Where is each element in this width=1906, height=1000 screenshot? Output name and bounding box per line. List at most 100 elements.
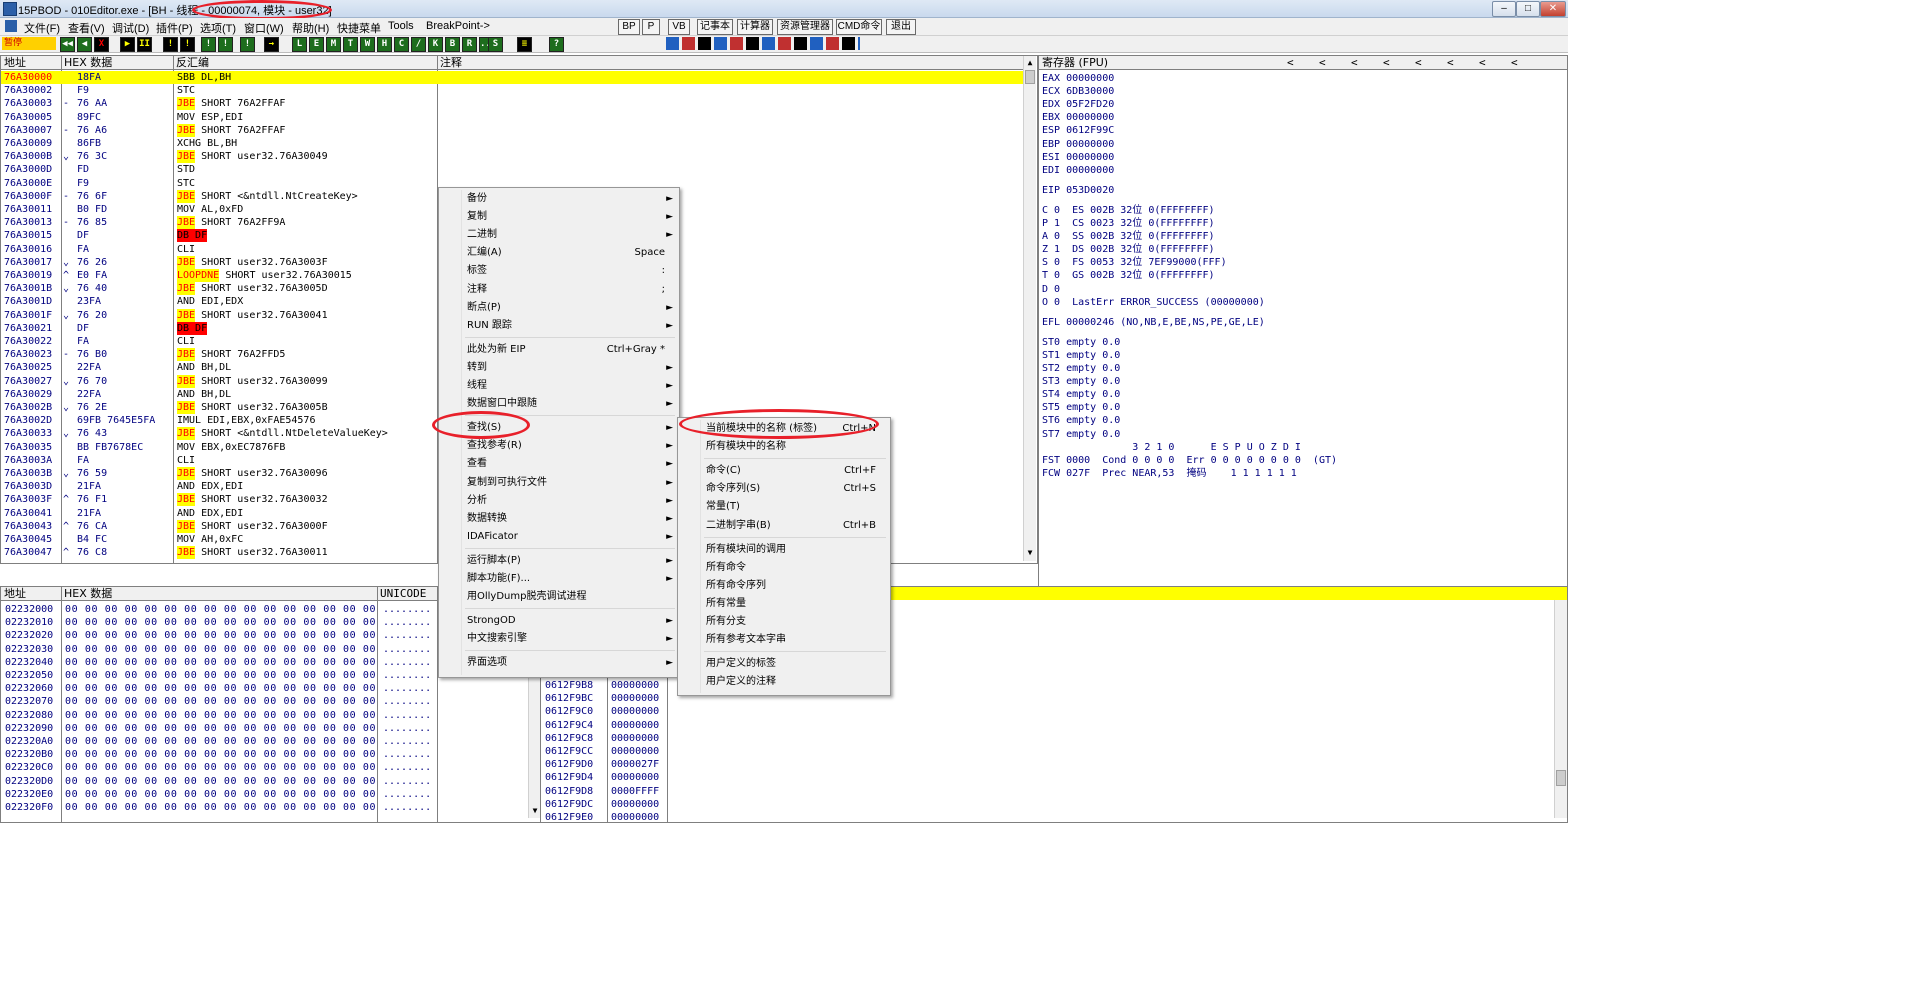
flag-line[interactable]: A 0 SS 002B 32位 0(FFFFFFFF)	[1042, 230, 1215, 243]
dump-row[interactable]: 02232080 00 00 00 00 00 00 00 00 00 00 00…	[1, 709, 437, 722]
menu-item[interactable]: 所有模块间的调用	[678, 541, 890, 559]
close-button[interactable]: ✕	[1540, 1, 1566, 17]
menu-item[interactable]: 注释;	[439, 281, 679, 299]
back-icon[interactable]: ◀	[77, 37, 92, 52]
menu-item[interactable]: 命令序列(S) Ctrl+S	[678, 480, 890, 498]
disasm-row[interactable]: 76A30000 18FA SBB DL,BH	[1, 71, 1023, 84]
menu-item[interactable]: 此处为新 EIP Ctrl+Gray *	[439, 341, 679, 359]
menu-debug[interactable]: 调试(D)	[112, 20, 149, 36]
cpu-scrollbar[interactable]: ▲ ▼	[1023, 56, 1036, 561]
rewind-icon[interactable]: ◀◀	[60, 37, 75, 52]
chevron-left-icon[interactable]: <	[1287, 56, 1294, 70]
dump-row[interactable]: 02232010 00 00 00 00 00 00 00 00 00 00 00…	[1, 616, 437, 629]
notepad-button[interactable]: 记事本	[697, 19, 733, 35]
modules-window-icon[interactable]: E	[309, 37, 324, 52]
menu-help[interactable]: 帮助(H)	[292, 20, 329, 36]
menu-item[interactable]: 二进制 ►	[439, 226, 679, 244]
menu-item[interactable]: 复制 ►	[439, 208, 679, 226]
disasm-row[interactable]: 76A3000D FD STD	[1, 163, 1023, 176]
dump-row[interactable]: 02232070 00 00 00 00 00 00 00 00 00 00 00…	[1, 695, 437, 708]
explorer-button[interactable]: 资源管理器	[777, 19, 833, 35]
dump-row[interactable]: 022320F0 00 00 00 00 00 00 00 00 00 00 00…	[1, 801, 437, 814]
menu-item[interactable]: 查找参考(R) ►	[439, 437, 679, 455]
stack-row[interactable]: 0612F9BC 00000000	[541, 692, 667, 705]
find-submenu[interactable]: 当前模块中的名称 (标签) Ctrl+N 所有模块中的名称 命令(C) Ctrl+F 命令…	[677, 417, 891, 696]
menu-item[interactable]: 常量(T)	[678, 498, 890, 516]
flag-line[interactable]: S 0 FS 0053 32位 7EF99000(FFF)	[1042, 256, 1227, 269]
exit-button[interactable]: 退出	[886, 19, 916, 35]
chevron-left-icon[interactable]: <	[1319, 56, 1326, 70]
menu-options[interactable]: 选项(T)	[200, 20, 236, 36]
goto-icon[interactable]: →	[264, 37, 279, 52]
stack-row[interactable]: 0612F9C8 00000000	[541, 732, 667, 745]
disasm-row[interactable]: 76A3000B ⌄ 76 3C JBE SHORT user32.76A30049	[1, 150, 1023, 164]
menu-item[interactable]: StrongOD ►	[439, 612, 679, 630]
menu-item[interactable]: 脚本功能(F)... ►	[439, 570, 679, 588]
register-line[interactable]: ST4 empty 0.0	[1042, 388, 1120, 401]
register-line[interactable]: EIP 053D0020	[1042, 184, 1114, 197]
col-header-disasm[interactable]: 反汇编	[173, 56, 437, 70]
dump-row[interactable]: 02232060 00 00 00 00 00 00 00 00 00 00 00…	[1, 682, 437, 695]
menu-item[interactable]: 备份 ►	[439, 190, 679, 208]
dump-row[interactable]: 022320A0 00 00 00 00 00 00 00 00 00 00 00…	[1, 735, 437, 748]
menu-item[interactable]: 查看 ►	[439, 455, 679, 473]
register-line[interactable]: EDI 00000000	[1042, 164, 1114, 177]
chevron-left-icon[interactable]: <	[1383, 56, 1390, 70]
dump-row[interactable]: 02232040 00 00 00 00 00 00 00 00 00 00 00…	[1, 656, 437, 669]
trace-into-icon[interactable]: !	[201, 37, 216, 52]
flag-line[interactable]: D 0	[1042, 283, 1060, 296]
register-line[interactable]: ST7 empty 0.0	[1042, 428, 1120, 441]
breakpoints-window-icon[interactable]: B	[445, 37, 460, 52]
menu-item[interactable]: 复制到可执行文件 ►	[439, 474, 679, 492]
menu-item[interactable]: 所有参考文本字串	[678, 631, 890, 649]
execute-till-return-icon[interactable]: !	[240, 37, 255, 52]
log-window-icon[interactable]: L	[292, 37, 307, 52]
maximize-button[interactable]: □	[1516, 1, 1540, 17]
menu-item[interactable]: RUN 跟踪 ►	[439, 317, 679, 335]
stack-row[interactable]: 0612F9D8 0000FFFF	[541, 785, 667, 798]
close-process-icon[interactable]: X	[94, 37, 109, 52]
source-window-icon[interactable]: S	[488, 37, 503, 52]
threads-window-icon[interactable]: T	[343, 37, 358, 52]
menu-item[interactable]: 所有模块中的名称	[678, 438, 890, 456]
menu-item[interactable]: 用户定义的标签	[678, 655, 890, 673]
register-line[interactable]: ESP 0612F99C	[1042, 124, 1114, 137]
register-line[interactable]: FCW 027F Prec NEAR,53 掩码 1 1 1 1 1 1	[1042, 467, 1297, 480]
patches-window-icon[interactable]: /	[411, 37, 426, 52]
register-line[interactable]: EAX 00000000	[1042, 72, 1114, 85]
menu-item[interactable]: 汇编(A) Space	[439, 244, 679, 262]
dump-row[interactable]: 02232050 00 00 00 00 00 00 00 00 00 00 00…	[1, 669, 437, 682]
dump-col-header-hex[interactable]: HEX 数据	[61, 587, 377, 601]
register-line[interactable]: ESI 00000000	[1042, 151, 1114, 164]
dump-row[interactable]: 02232090 00 00 00 00 00 00 00 00 00 00 00…	[1, 722, 437, 735]
chevron-left-icon[interactable]: <	[1511, 56, 1518, 70]
trace-over-icon[interactable]: !	[218, 37, 233, 52]
menu-file[interactable]: 文件(F)	[24, 20, 60, 36]
register-line[interactable]: ST5 empty 0.0	[1042, 401, 1120, 414]
menu-item[interactable]: 所有分支	[678, 613, 890, 631]
flag-line[interactable]: C 0 ES 002B 32位 0(FFFFFFFF)	[1042, 204, 1215, 217]
col-header-comment[interactable]: 注释	[437, 56, 1023, 70]
calculator-button[interactable]: 计算器	[737, 19, 773, 35]
menu-item[interactable]: 转到 ►	[439, 359, 679, 377]
flag-line[interactable]: O 0 LastErr ERROR_SUCCESS (00000000)	[1042, 296, 1265, 309]
register-line[interactable]: EFL 00000246 (NO,NB,E,BE,NS,PE,GE,LE)	[1042, 316, 1265, 329]
dump-row[interactable]: 02232030 00 00 00 00 00 00 00 00 00 00 00…	[1, 643, 437, 656]
menu-item[interactable]: 运行脚本(P) ►	[439, 552, 679, 570]
register-line[interactable]: FST 0000 Cond 0 0 0 0 Err 0 0 0 0 0 0 0 …	[1042, 454, 1337, 467]
plugin-toolbar-icons[interactable]	[666, 37, 860, 50]
menu-item[interactable]: 界面选项 ►	[439, 654, 679, 672]
register-line[interactable]: EBP 00000000	[1042, 138, 1114, 151]
flag-line[interactable]: Z 1 DS 002B 32位 0(FFFFFFFF)	[1042, 243, 1215, 256]
register-line[interactable]: ST6 empty 0.0	[1042, 414, 1120, 427]
stack-row[interactable]: 0612F9B8 00000000	[541, 679, 667, 692]
menu-item[interactable]: 分析 ►	[439, 492, 679, 510]
dump-row[interactable]: 02232020 00 00 00 00 00 00 00 00 00 00 00…	[1, 629, 437, 642]
menu-shortcut[interactable]: 快捷菜单	[337, 20, 381, 36]
stack-row[interactable]: 0612F9C0 00000000	[541, 705, 667, 718]
menu-item[interactable]: 所有命令序列	[678, 577, 890, 595]
chevron-left-icon[interactable]: <	[1351, 56, 1358, 70]
menu-item[interactable]: 所有命令	[678, 559, 890, 577]
disasm-row[interactable]: 76A30005 89FC MOV ESP,EDI	[1, 111, 1023, 124]
register-line[interactable]: EBX 00000000	[1042, 111, 1114, 124]
